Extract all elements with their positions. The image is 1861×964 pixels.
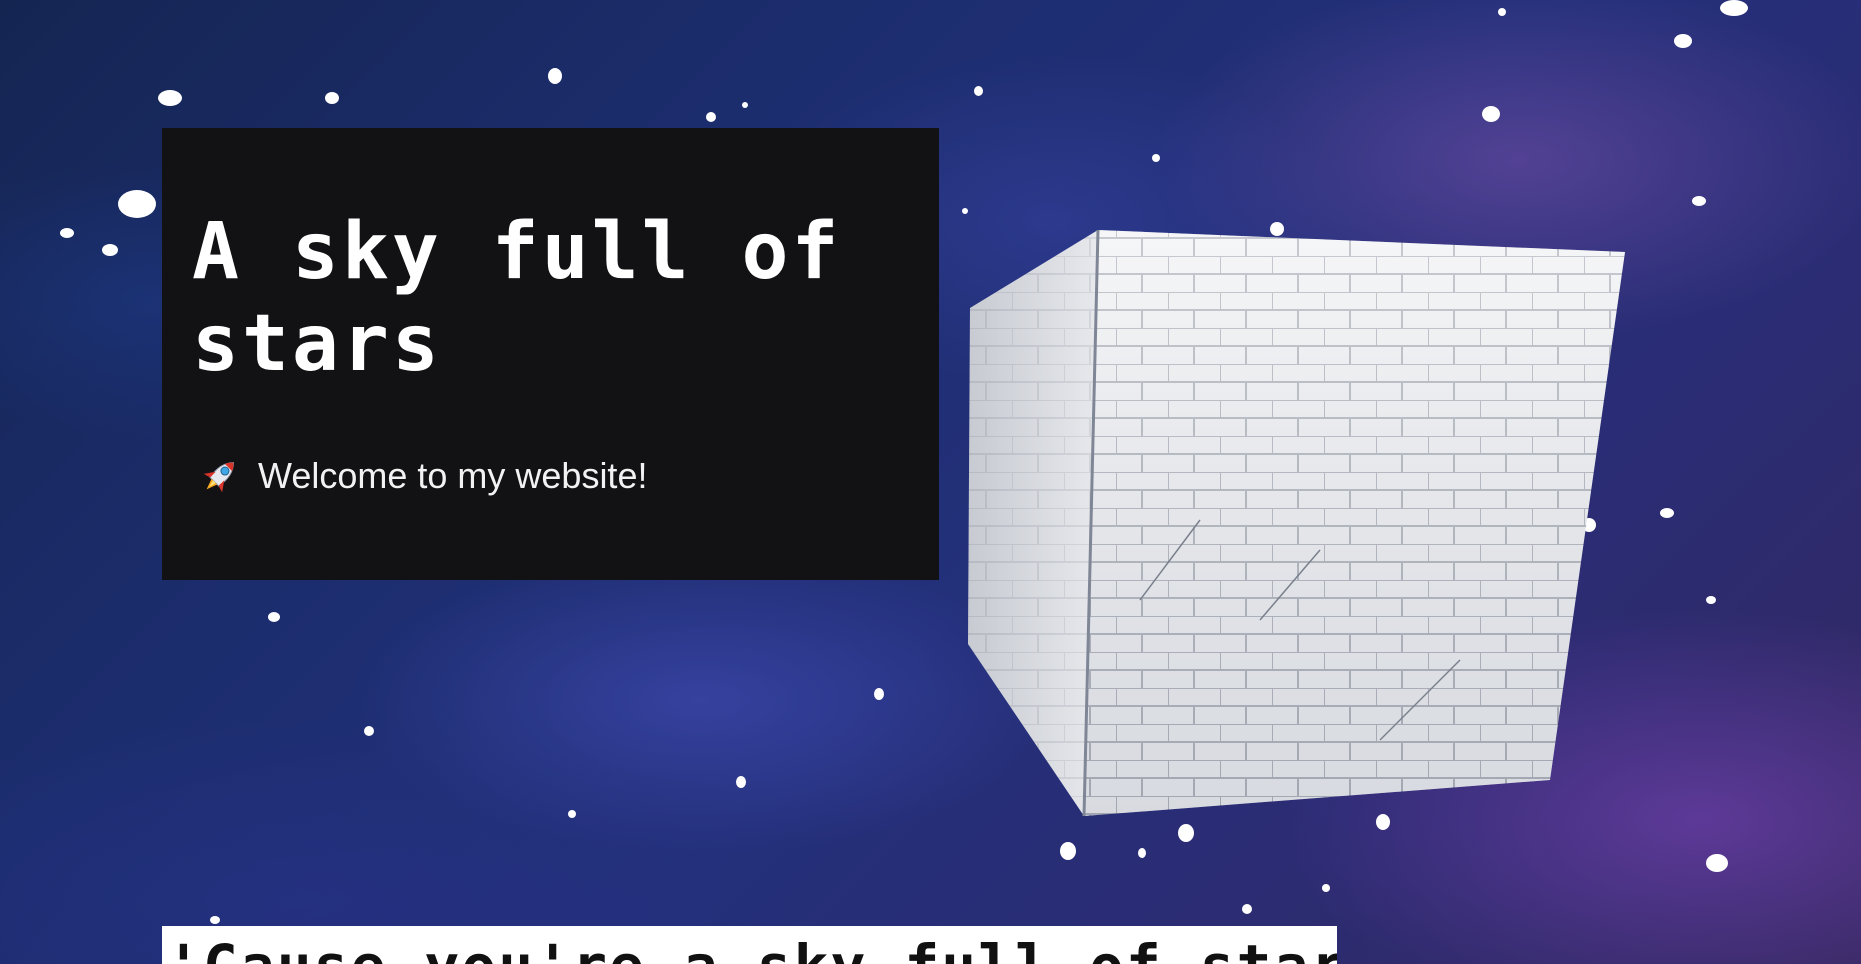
star (1178, 824, 1194, 842)
star (548, 68, 562, 84)
star (268, 612, 280, 622)
star (1060, 842, 1076, 860)
star (60, 228, 74, 238)
tagline-banner: 'Cause you're a sky full of stars (162, 926, 1337, 964)
star (158, 90, 182, 106)
star (210, 916, 220, 924)
star (118, 190, 156, 218)
star (1152, 154, 1160, 162)
star (364, 726, 374, 736)
star (974, 86, 983, 96)
star (1706, 596, 1716, 604)
star (736, 776, 746, 788)
star (1242, 904, 1252, 914)
star (742, 102, 748, 108)
star (1482, 106, 1500, 122)
stone-cube (968, 229, 1625, 817)
rocket-icon (203, 462, 234, 493)
star (1720, 0, 1748, 16)
star (1322, 884, 1330, 892)
star (102, 244, 118, 256)
star (962, 208, 968, 214)
star (1660, 508, 1674, 518)
star (1138, 848, 1146, 858)
page-title: A sky full of stars (192, 207, 842, 389)
welcome-message: Welcome to my website! (198, 454, 647, 498)
star (325, 92, 339, 104)
star (568, 810, 576, 818)
hero-card: A sky full of stars Welcome to my websit… (162, 128, 939, 580)
star (1692, 196, 1706, 206)
star (706, 112, 716, 122)
star (874, 688, 884, 700)
welcome-text: Welcome to my website! (258, 455, 648, 496)
tagline-text: 'Cause you're a sky full of stars (166, 932, 1337, 964)
star (1674, 34, 1692, 48)
star (1706, 854, 1728, 872)
star (1498, 8, 1506, 16)
